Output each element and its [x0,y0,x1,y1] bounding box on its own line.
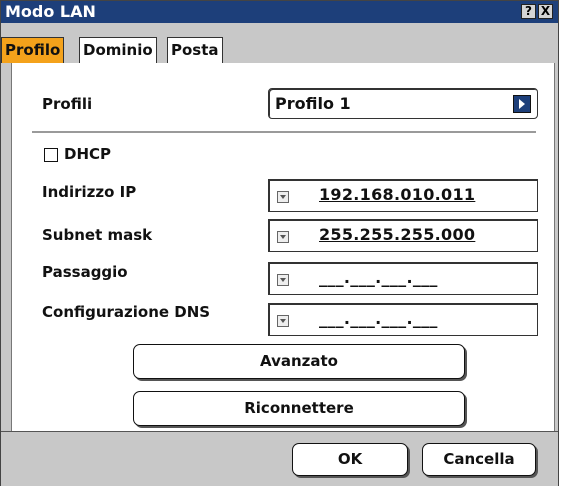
dropdown-icon[interactable] [277,315,289,327]
tab-profilo[interactable]: Profilo [1,37,65,63]
tab-bar: Profilo Dominio Posta [1,23,558,63]
ip-address-label: Indirizzo IP [42,183,137,201]
divider [32,131,536,133]
gateway-field[interactable]: ___.___.___.___ [268,262,538,295]
dialog-footer: OK Cancella [1,431,558,486]
dns-value: ___.___.___.___ [319,309,438,328]
help-icon[interactable]: ? [521,4,536,19]
dns-field[interactable]: ___.___.___.___ [268,303,538,336]
reconnect-button[interactable]: Riconnettere [133,391,465,426]
window-title: Modo LAN [5,2,96,21]
lan-mode-dialog: Modo LAN ? X Profilo Dominio Posta Profi… [0,0,559,486]
tab-posta[interactable]: Posta [167,37,223,63]
ip-address-field[interactable]: 192.168.010.011 [268,179,538,212]
subnet-mask-label: Subnet mask [42,226,153,244]
title-bar: Modo LAN ? X [1,1,558,23]
subnet-mask-field[interactable]: 255.255.255.000 [268,219,538,252]
ok-button[interactable]: OK [292,443,408,476]
profile-select-value: Profilo 1 [275,94,351,113]
profile-select[interactable]: Profilo 1 [268,88,538,119]
ip-address-value: 192.168.010.011 [319,185,476,204]
cancel-button[interactable]: Cancella [422,443,536,476]
close-icon[interactable]: X [538,4,553,19]
tab-dominio[interactable]: Dominio [79,37,157,63]
dropdown-icon[interactable] [277,191,289,203]
advanced-button[interactable]: Avanzato [133,344,465,379]
gateway-value: ___.___.___.___ [319,268,438,287]
profile-panel: Profili Profilo 1 DHCP Indirizzo IP 192.… [11,63,555,431]
profile-label: Profili [42,95,93,113]
dhcp-label: DHCP [64,145,112,163]
dns-label: Configurazione DNS [42,303,211,321]
dhcp-checkbox[interactable] [44,148,58,162]
chevron-right-icon[interactable] [513,95,531,113]
dropdown-icon[interactable] [277,231,289,243]
gateway-label: Passaggio [42,263,128,281]
dropdown-icon[interactable] [277,274,289,286]
subnet-mask-value: 255.255.255.000 [319,225,476,244]
